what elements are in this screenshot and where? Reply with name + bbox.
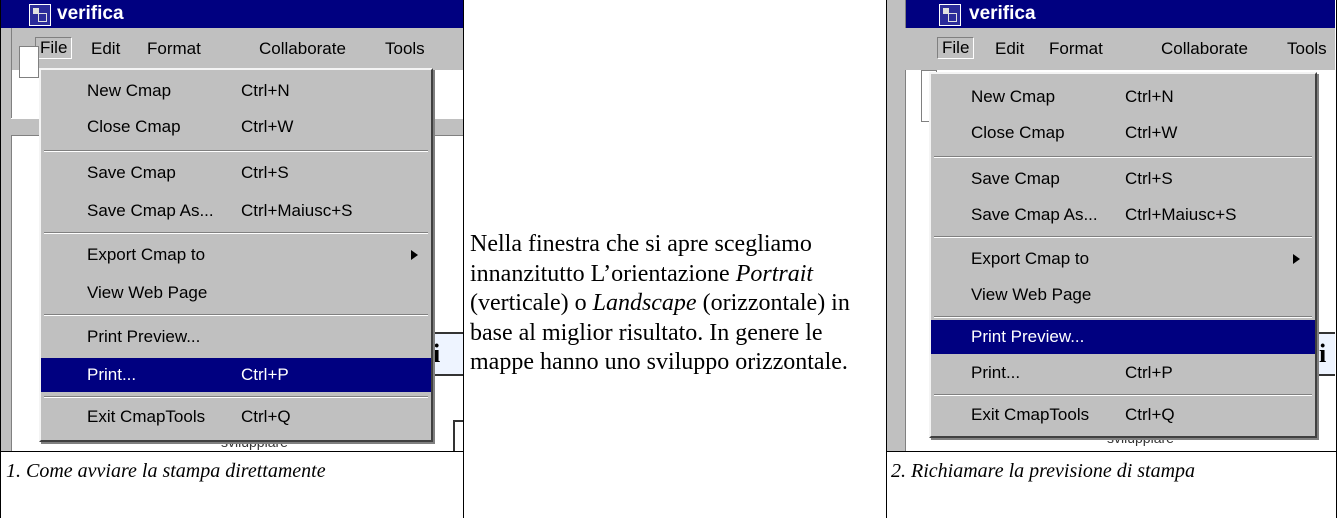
caption-print-direct: 1. Come avviare la stampa direttamente — [6, 460, 326, 482]
menu-format[interactable]: Format — [147, 39, 201, 59]
window-title: verifica — [969, 3, 1036, 24]
menu-item-export-cmap[interactable]: Export Cmap to — [931, 242, 1315, 276]
menu-item-export-cmap[interactable]: Export Cmap to — [41, 238, 431, 272]
window-left-edge — [1, 28, 12, 451]
menu-file[interactable]: File — [937, 37, 975, 59]
menu-separator — [934, 156, 1312, 158]
caption-print-preview: 2. Richiamare la previsione di stampa — [891, 460, 1196, 482]
window-title-bar: verifica — [887, 0, 1335, 28]
window-left-edge — [887, 0, 906, 451]
file-menu-dropdown: New Cmap Ctrl+N Close Cmap Ctrl+W Save C… — [39, 68, 433, 442]
table-border-col1 — [463, 0, 464, 518]
window-title-bar: verifica — [1, 0, 463, 28]
menu-item-exit[interactable]: Exit CmapTools Ctrl+Q — [41, 400, 431, 434]
menu-item-new-cmap[interactable]: New Cmap Ctrl+N — [931, 80, 1315, 114]
app-icon — [939, 4, 961, 26]
window-title: verifica — [57, 3, 124, 24]
paragraph-text: (verticale) o — [470, 290, 593, 316]
screenshot-print-preview: verifica File Edit Format Collaborate To… — [887, 0, 1335, 451]
submenu-arrow-icon — [411, 250, 418, 260]
menu-edit[interactable]: Edit — [995, 39, 1024, 59]
menu-separator — [44, 314, 428, 316]
menu-collaborate[interactable]: Collaborate — [259, 39, 346, 59]
menu-separator — [934, 316, 1312, 318]
menu-item-view-web-page[interactable]: View Web Page — [931, 278, 1315, 312]
menu-item-view-web-page[interactable]: View Web Page — [41, 276, 431, 310]
menu-item-save-cmap-as[interactable]: Save Cmap As... Ctrl+Maiusc+S — [41, 194, 431, 228]
menu-edit[interactable]: Edit — [91, 39, 120, 59]
submenu-arrow-icon — [1293, 254, 1300, 264]
menu-item-close-cmap[interactable]: Close Cmap Ctrl+W — [41, 110, 431, 144]
menu-file[interactable]: File — [35, 37, 73, 59]
background-panel — [19, 46, 39, 78]
menu-bar: File Edit Format Collaborate Tools — [905, 28, 1335, 70]
menu-item-save-cmap[interactable]: Save Cmap Ctrl+S — [41, 156, 431, 190]
menu-item-print[interactable]: Print... Ctrl+P — [931, 356, 1315, 390]
table-row-divider-left — [0, 451, 463, 452]
menu-separator — [44, 232, 428, 234]
menu-item-print[interactable]: Print... Ctrl+P — [41, 358, 431, 392]
menu-item-save-cmap[interactable]: Save Cmap Ctrl+S — [931, 162, 1315, 196]
menu-collaborate[interactable]: Collaborate — [1161, 39, 1248, 59]
paragraph-portrait: Portrait — [735, 260, 814, 287]
table-row-divider-right — [886, 451, 1337, 452]
menu-item-new-cmap[interactable]: New Cmap Ctrl+N — [41, 74, 431, 108]
menu-tools[interactable]: Tools — [1287, 39, 1327, 59]
instruction-paragraph: Nella finestra che si apre scegliamo inn… — [470, 230, 885, 378]
paragraph-landscape: Landscape — [592, 290, 697, 316]
menu-item-close-cmap[interactable]: Close Cmap Ctrl+W — [931, 116, 1315, 150]
app-icon — [29, 4, 51, 26]
menu-item-print-preview[interactable]: Print Preview... — [41, 320, 431, 354]
menu-bar: File Edit Format Collaborate Tools — [1, 28, 463, 70]
file-menu-dropdown: New Cmap Ctrl+N Close Cmap Ctrl+W Save C… — [929, 72, 1317, 438]
screenshot-print-direct: verifica File Edit Format Collaborate To… — [1, 0, 463, 451]
menu-separator — [934, 236, 1312, 238]
menu-tools[interactable]: Tools — [385, 39, 425, 59]
menu-separator — [44, 150, 428, 152]
menu-format[interactable]: Format — [1049, 39, 1103, 59]
menu-separator — [934, 394, 1312, 396]
background-concept-box-2 — [453, 420, 463, 451]
menu-item-save-cmap-as[interactable]: Save Cmap As... Ctrl+Maiusc+S — [931, 198, 1315, 232]
menu-separator — [44, 396, 428, 398]
menu-item-exit[interactable]: Exit CmapTools Ctrl+Q — [931, 398, 1315, 432]
menu-item-print-preview[interactable]: Print Preview... — [931, 320, 1315, 354]
table-border-right — [1336, 0, 1337, 518]
